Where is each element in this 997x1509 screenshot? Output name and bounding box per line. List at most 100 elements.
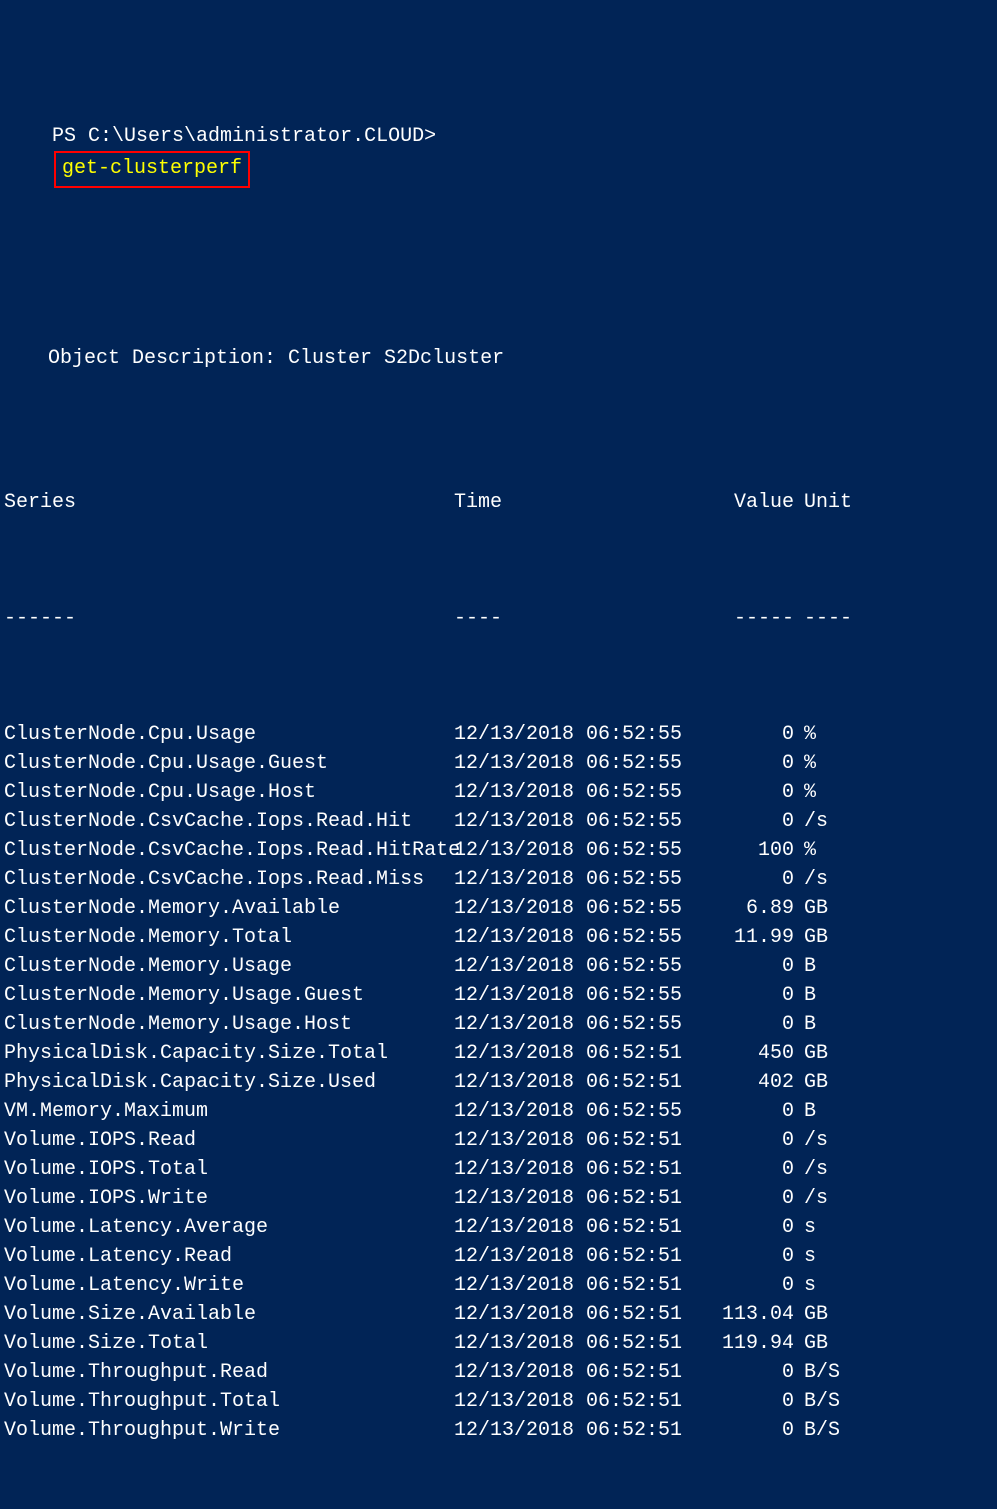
cell-value: 0 <box>714 865 794 894</box>
cell-unit: GB <box>794 1329 854 1358</box>
table-row: Volume.Size.Available12/13/2018 06:52:51… <box>4 1300 993 1329</box>
cell-time: 12/13/2018 06:52:51 <box>454 1126 714 1155</box>
cell-value: 0 <box>714 1271 794 1300</box>
cell-series: VM.Memory.Maximum <box>4 1097 454 1126</box>
cell-unit: B <box>794 981 854 1010</box>
cell-time: 12/13/2018 06:52:51 <box>454 1416 714 1445</box>
cell-series: Volume.Throughput.Read <box>4 1358 454 1387</box>
cell-unit: B <box>794 952 854 981</box>
cell-series: ClusterNode.Memory.Usage.Host <box>4 1010 454 1039</box>
cell-time: 12/13/2018 06:52:55 <box>454 981 714 1010</box>
cell-series: Volume.Latency.Write <box>4 1271 454 1300</box>
table-row: VM.Memory.Maximum12/13/2018 06:52:550B <box>4 1097 993 1126</box>
table-row: ClusterNode.Cpu.Usage.Guest12/13/2018 06… <box>4 749 993 778</box>
table-row: ClusterNode.Cpu.Usage.Host12/13/2018 06:… <box>4 778 993 807</box>
cell-series: ClusterNode.Cpu.Usage.Guest <box>4 749 454 778</box>
cell-series: ClusterNode.Cpu.Usage <box>4 720 454 749</box>
table-row: ClusterNode.Memory.Usage.Host12/13/2018 … <box>4 1010 993 1039</box>
cell-value: 0 <box>714 1387 794 1416</box>
cell-value: 100 <box>714 836 794 865</box>
cell-value: 0 <box>714 952 794 981</box>
cell-time: 12/13/2018 06:52:51 <box>454 1358 714 1387</box>
table-row: Volume.Throughput.Total12/13/2018 06:52:… <box>4 1387 993 1416</box>
cell-time: 12/13/2018 06:52:51 <box>454 1329 714 1358</box>
cell-value: 11.99 <box>714 923 794 952</box>
table-row: ClusterNode.CsvCache.Iops.Read.Miss12/13… <box>4 865 993 894</box>
cell-series: Volume.Size.Available <box>4 1300 454 1329</box>
table-body: ClusterNode.Cpu.Usage12/13/2018 06:52:55… <box>4 720 993 1445</box>
cell-unit: % <box>794 836 854 865</box>
cell-unit: B/S <box>794 1387 854 1416</box>
cell-series: Volume.IOPS.Write <box>4 1184 454 1213</box>
table-row: ClusterNode.Memory.Usage12/13/2018 06:52… <box>4 952 993 981</box>
cell-unit: B/S <box>794 1416 854 1445</box>
table-row: Volume.Latency.Average12/13/2018 06:52:5… <box>4 1213 993 1242</box>
cell-time: 12/13/2018 06:52:51 <box>454 1271 714 1300</box>
cell-unit: GB <box>794 1068 854 1097</box>
cell-time: 12/13/2018 06:52:55 <box>454 778 714 807</box>
cell-time: 12/13/2018 06:52:51 <box>454 1387 714 1416</box>
cell-time: 12/13/2018 06:52:55 <box>454 720 714 749</box>
cell-series: PhysicalDisk.Capacity.Size.Total <box>4 1039 454 1068</box>
cell-unit: % <box>794 749 854 778</box>
cell-series: ClusterNode.CsvCache.Iops.Read.Miss <box>4 865 454 894</box>
table-row: Volume.Size.Total12/13/2018 06:52:51119.… <box>4 1329 993 1358</box>
cell-unit: /s <box>794 807 854 836</box>
cell-time: 12/13/2018 06:52:55 <box>454 836 714 865</box>
cell-series: ClusterNode.CsvCache.Iops.Read.HitRate <box>4 836 454 865</box>
cell-time: 12/13/2018 06:52:51 <box>454 1213 714 1242</box>
cell-time: 12/13/2018 06:52:55 <box>454 807 714 836</box>
cell-value: 0 <box>714 981 794 1010</box>
cell-series: Volume.IOPS.Read <box>4 1126 454 1155</box>
table-row: ClusterNode.Cpu.Usage12/13/2018 06:52:55… <box>4 720 993 749</box>
cell-unit: GB <box>794 1300 854 1329</box>
cell-value: 402 <box>714 1068 794 1097</box>
divider-series: ------ <box>4 604 454 633</box>
table-row: Volume.Throughput.Write12/13/2018 06:52:… <box>4 1416 993 1445</box>
cell-unit: % <box>794 720 854 749</box>
table-row: Volume.Throughput.Read12/13/2018 06:52:5… <box>4 1358 993 1387</box>
table-row: Volume.IOPS.Write12/13/2018 06:52:510/s <box>4 1184 993 1213</box>
prompt-text: PS C:\Users\administrator.CLOUD> <box>52 125 436 148</box>
cell-value: 0 <box>714 1213 794 1242</box>
divider-time: ---- <box>454 604 714 633</box>
cell-unit: GB <box>794 923 854 952</box>
cell-unit: s <box>794 1213 854 1242</box>
cell-series: PhysicalDisk.Capacity.Size.Used <box>4 1068 454 1097</box>
cell-value: 113.04 <box>714 1300 794 1329</box>
cell-time: 12/13/2018 06:52:51 <box>454 1039 714 1068</box>
object-description: Object Description: Cluster S2Dcluster <box>4 344 993 373</box>
cell-series: ClusterNode.Memory.Available <box>4 894 454 923</box>
cell-unit: % <box>794 778 854 807</box>
table-row: ClusterNode.Memory.Total12/13/2018 06:52… <box>4 923 993 952</box>
cell-time: 12/13/2018 06:52:51 <box>454 1184 714 1213</box>
cell-series: ClusterNode.Memory.Usage.Guest <box>4 981 454 1010</box>
cell-series: Volume.Latency.Read <box>4 1242 454 1271</box>
cell-unit: B <box>794 1010 854 1039</box>
cell-time: 12/13/2018 06:52:55 <box>454 894 714 923</box>
table-row: Volume.Latency.Read12/13/2018 06:52:510s <box>4 1242 993 1271</box>
cell-unit: GB <box>794 1039 854 1068</box>
cell-unit: B <box>794 1097 854 1126</box>
command-highlight-box: get-clusterperf <box>54 151 250 188</box>
cell-value: 6.89 <box>714 894 794 923</box>
cell-unit: s <box>794 1242 854 1271</box>
cell-value: 0 <box>714 1155 794 1184</box>
divider-value: ----- <box>714 604 794 633</box>
cell-unit: /s <box>794 1126 854 1155</box>
cell-value: 0 <box>714 720 794 749</box>
powershell-terminal[interactable]: PS C:\Users\administrator.CLOUD> get-clu… <box>0 0 997 1509</box>
cell-time: 12/13/2018 06:52:55 <box>454 749 714 778</box>
table-row: PhysicalDisk.Capacity.Size.Total12/13/20… <box>4 1039 993 1068</box>
cell-unit: /s <box>794 1155 854 1184</box>
cell-time: 12/13/2018 06:52:55 <box>454 952 714 981</box>
cell-unit: /s <box>794 865 854 894</box>
header-value: Value <box>714 488 794 517</box>
cell-unit: GB <box>794 894 854 923</box>
cell-value: 0 <box>714 1242 794 1271</box>
cell-value: 119.94 <box>714 1329 794 1358</box>
table-row: ClusterNode.Memory.Available12/13/2018 0… <box>4 894 993 923</box>
table-header: Series Time Value Unit <box>4 488 993 517</box>
cell-unit: s <box>794 1271 854 1300</box>
cell-value: 0 <box>714 807 794 836</box>
